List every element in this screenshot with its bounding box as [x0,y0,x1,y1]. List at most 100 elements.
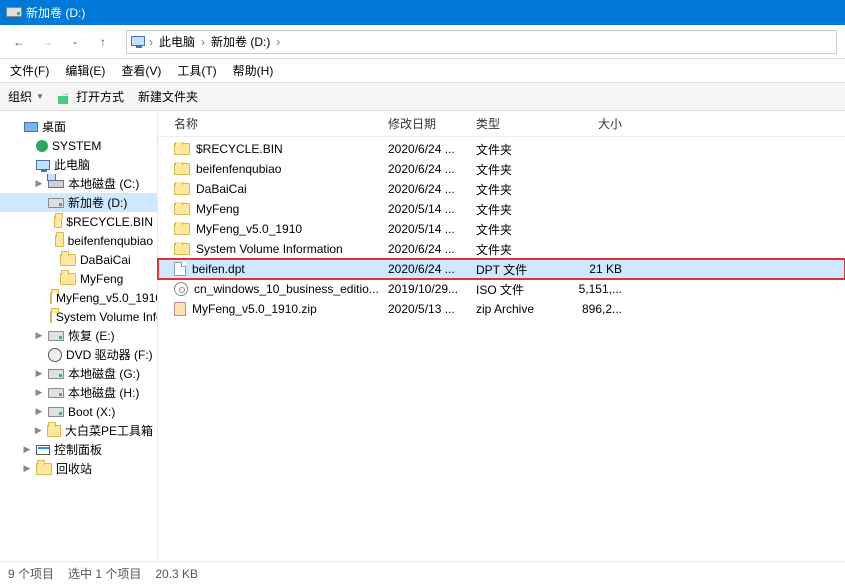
file-date: 2020/6/24 ... [388,262,476,276]
col-type[interactable]: 类型 [476,115,568,132]
file-list[interactable]: $RECYCLE.BIN2020/6/24 ...文件夹beifenfenqub… [158,137,845,561]
tree-item[interactable]: ▶本地磁盘 (H:) [0,383,157,402]
drive-icon [48,198,64,208]
file-row[interactable]: DaBaiCai2020/6/24 ...文件夹 [158,179,845,199]
folder-icon [174,223,190,235]
window-title: 新加卷 (D:) [26,4,85,21]
tree-item[interactable]: ▶本地磁盘 (C:) [0,174,157,193]
expand-icon[interactable]: ▶ [34,387,44,398]
tree-item[interactable]: $RECYCLE.BIN [0,212,157,231]
tree-item[interactable]: 新加卷 (D:) [0,193,157,212]
expand-icon[interactable]: ▶ [34,406,44,417]
new-folder-button[interactable]: 新建文件夹 [138,88,198,105]
file-name: MyFeng_v5.0_1910.zip [192,302,317,316]
drive-icon [48,369,64,379]
folder-icon [36,463,52,475]
file-row[interactable]: $RECYCLE.BIN2020/6/24 ...文件夹 [158,139,845,159]
tree-label: $RECYCLE.BIN [66,215,153,229]
chevron-right-icon: › [201,35,205,49]
tree-item[interactable]: MyFeng [0,269,157,288]
folder-icon [174,163,190,175]
folder-icon [174,243,190,255]
folder-icon [54,216,62,228]
file-row[interactable]: beifenfenqubiao2020/6/24 ...文件夹 [158,159,845,179]
tree-item[interactable]: DaBaiCai [0,250,157,269]
tree-item[interactable]: ▶ 控制面板 [0,440,157,459]
file-row[interactable]: beifen.dpt2020/6/24 ...DPT 文件21 KB [158,259,845,279]
tree-label: 桌面 [42,118,66,135]
file-type: DPT 文件 [476,261,568,278]
tree-item[interactable]: ▶大白菜PE工具箱 [0,421,157,440]
tree-item[interactable]: ▶ Boot (X:) [0,402,157,421]
col-date[interactable]: 修改日期 [388,115,476,132]
tree-label: Boot (X:) [68,405,115,419]
file-type: 文件夹 [476,141,568,158]
tree-label: SYSTEM [52,139,101,153]
forward-button[interactable]: → [36,31,58,53]
disc-icon [174,282,188,296]
file-type: zip Archive [476,302,568,316]
tree-label: MyFeng_v5.0_1910 [56,291,157,305]
nav-bar: ← → ⌄ ↑ › 此电脑 › 新加卷 (D:) › [0,25,845,59]
folder-icon [60,254,76,266]
up-button[interactable]: ↑ [92,31,114,53]
back-button[interactable]: ← [8,31,30,53]
file-row[interactable]: MyFeng2020/5/14 ...文件夹 [158,199,845,219]
tree-item[interactable]: DVD 驱动器 (F:) [0,345,157,364]
monitor-icon [36,160,50,170]
menu-edit[interactable]: 编辑(E) [65,62,105,79]
tree-item[interactable]: beifenfenqubiao [0,231,157,250]
chevron-right-icon: › [149,35,153,49]
file-name: beifen.dpt [192,262,245,276]
drive-icon [48,407,64,417]
tree-item[interactable]: ▶回收站 [0,459,157,478]
de-icon [24,122,38,132]
tree-item[interactable]: ▶本地磁盘 (G:) [0,364,157,383]
file-name: System Volume Information [196,242,343,256]
expand-icon[interactable]: ▶ [22,444,32,455]
expand-icon[interactable]: ▶ [34,368,44,379]
expand-icon[interactable]: ▶ [34,330,44,341]
menu-tools[interactable]: 工具(T) [177,62,216,79]
column-headers[interactable]: 名称 修改日期 类型 大小 [158,111,845,137]
tree-item[interactable]: 桌面 [0,117,157,136]
file-name: MyFeng [196,202,239,216]
menu-help[interactable]: 帮助(H) [233,62,274,79]
organize-button[interactable]: 组织▼ [8,88,44,105]
status-selected: 选中 1 个项目 [68,565,141,582]
tree-item[interactable]: ▶ 恢复 (E:) [0,326,157,345]
expand-icon[interactable]: ▶ [34,178,44,189]
tree-item[interactable]: System Volume Information [0,307,157,326]
panel-icon [36,445,50,455]
tree-item[interactable]: SYSTEM [0,136,157,155]
drive-icon [48,331,64,341]
expand-icon[interactable]: ▶ [34,425,43,436]
file-name: MyFeng_v5.0_1910 [196,222,302,236]
folder-icon [50,292,52,304]
menu-bar: 文件(F) 编辑(E) 查看(V) 工具(T) 帮助(H) [0,59,845,83]
file-type: 文件夹 [476,201,568,218]
tree-label: 控制面板 [54,441,102,458]
drive-icon [6,6,20,20]
file-row[interactable]: System Volume Information2020/6/24 ...文件… [158,239,845,259]
col-size[interactable]: 大小 [568,115,628,132]
file-name: DaBaiCai [196,182,247,196]
file-row[interactable]: MyFeng_v5.0_19102020/5/14 ...文件夹 [158,219,845,239]
recent-dropdown[interactable]: ⌄ [64,31,86,53]
col-name[interactable]: 名称 [170,115,388,132]
menu-view[interactable]: 查看(V) [121,62,161,79]
file-date: 2020/6/24 ... [388,162,476,176]
tree-label: 恢复 (E:) [68,327,115,344]
breadcrumb-pc[interactable]: 此电脑 [157,33,197,50]
file-row[interactable]: MyFeng_v5.0_1910.zip2020/5/13 ...zip Arc… [158,299,845,319]
tree-item[interactable]: 此电脑 [0,155,157,174]
file-date: 2020/5/14 ... [388,222,476,236]
expand-icon[interactable]: ▶ [22,463,32,474]
file-row[interactable]: cn_windows_10_business_editio...2019/10/… [158,279,845,299]
breadcrumb-drive[interactable]: 新加卷 (D:) [209,33,272,50]
address-bar[interactable]: › 此电脑 › 新加卷 (D:) › [126,30,837,54]
open-with-button[interactable]: 打开方式 [58,88,124,105]
tree-item[interactable]: MyFeng_v5.0_1910 [0,288,157,307]
menu-file[interactable]: 文件(F) [10,62,49,79]
nav-tree[interactable]: 桌面 SYSTEM 此电脑▶本地磁盘 (C:)新加卷 (D:) $RECYCLE.BI… [0,111,158,561]
